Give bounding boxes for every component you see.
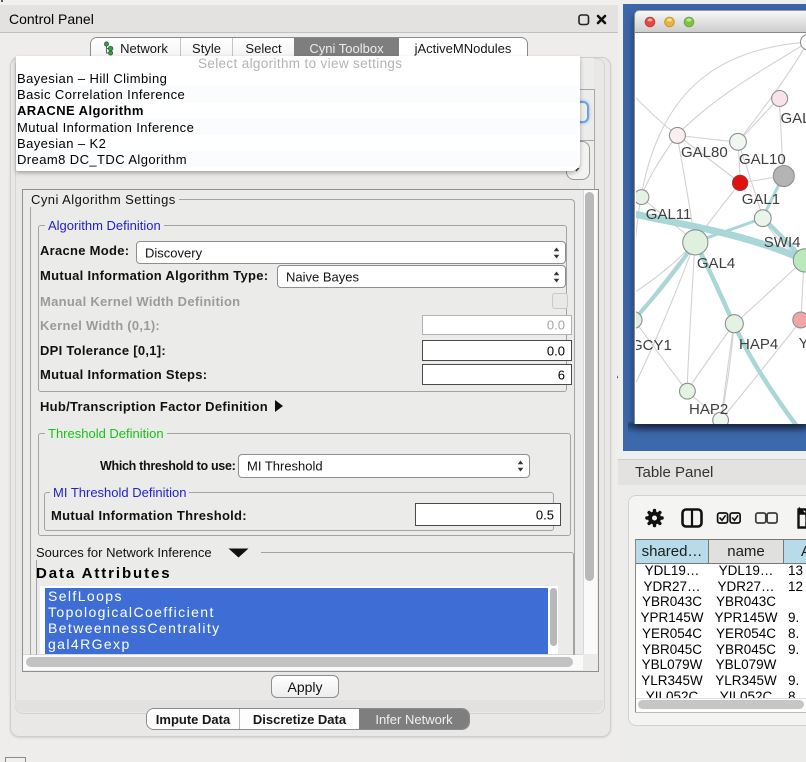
svg-text:GAL4: GAL4 bbox=[697, 255, 735, 272]
svg-text:HAP2: HAP2 bbox=[689, 401, 728, 418]
svg-text:GCY1: GCY1 bbox=[636, 337, 672, 354]
svg-text:Y: Y bbox=[799, 335, 806, 352]
svg-text:GAL11: GAL11 bbox=[646, 206, 692, 223]
svg-text:GAL10: GAL10 bbox=[739, 151, 786, 168]
svg-text:SWI4: SWI4 bbox=[764, 234, 801, 251]
svg-text:GAL80: GAL80 bbox=[681, 144, 728, 161]
svg-text:GAL7: GAL7 bbox=[781, 110, 806, 127]
svg-text:GAL1: GAL1 bbox=[742, 191, 780, 208]
svg-text:HAP4: HAP4 bbox=[739, 336, 778, 353]
